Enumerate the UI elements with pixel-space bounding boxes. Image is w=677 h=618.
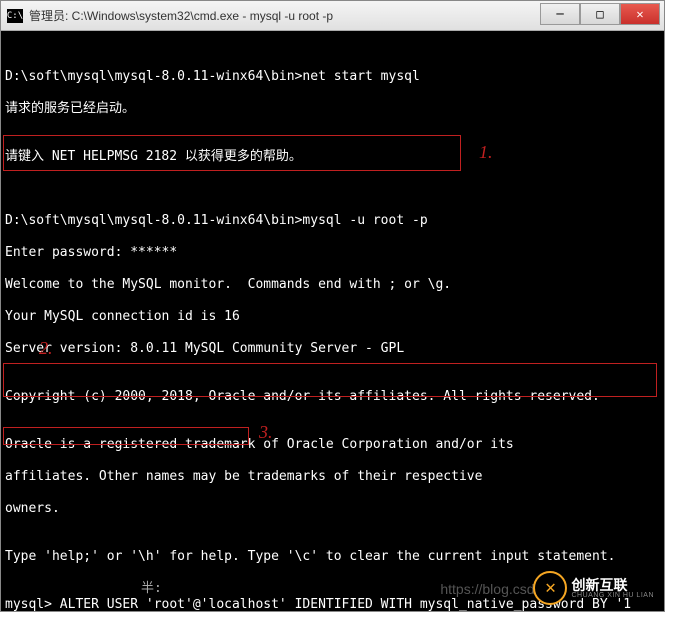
cmd-window: C:\ 管理员: C:\Windows\system32\cmd.exe - m… xyxy=(0,0,665,612)
logo-icon: ✕ xyxy=(533,571,567,605)
brand-logo: ✕ 创新互联 CHUANG XIN HU LIAN xyxy=(533,571,654,605)
cmd-icon: C:\ xyxy=(7,9,23,23)
terminal-line: Welcome to the MySQL monitor. Commands e… xyxy=(5,277,660,293)
logo-cn: 创新互联 xyxy=(571,578,654,592)
terminal-line: Type 'help;' or '\h' for help. Type '\c'… xyxy=(5,549,660,565)
window-title: 管理员: C:\Windows\system32\cmd.exe - mysql… xyxy=(29,7,333,24)
terminal-body[interactable]: D:\soft\mysql\mysql-8.0.11-winx64\bin>ne… xyxy=(1,31,664,611)
terminal-line: Your MySQL connection id is 16 xyxy=(5,309,660,325)
terminal-line: owners. xyxy=(5,501,660,517)
logo-en: CHUANG XIN HU LIAN xyxy=(571,592,654,599)
logo-text: 创新互联 CHUANG XIN HU LIAN xyxy=(571,578,654,599)
window-controls: ─ □ ✕ xyxy=(540,3,660,25)
terminal-line: 请求的服务已经启动。 xyxy=(5,101,660,117)
terminal-line: D:\soft\mysql\mysql-8.0.11-winx64\bin>ne… xyxy=(5,69,660,85)
watermark-text: 半: xyxy=(141,581,162,597)
terminal-line: Enter password: ****** xyxy=(5,245,660,261)
terminal-line: Copyright (c) 2000, 2018, Oracle and/or … xyxy=(5,389,660,405)
maximize-button[interactable]: □ xyxy=(580,3,620,25)
titlebar[interactable]: C:\ 管理员: C:\Windows\system32\cmd.exe - m… xyxy=(1,1,664,31)
terminal-line: affiliates. Other names may be trademark… xyxy=(5,469,660,485)
terminal-line: Oracle is a registered trademark of Orac… xyxy=(5,437,660,453)
terminal-line: 请键入 NET HELPMSG 2182 以获得更多的帮助。 xyxy=(5,149,660,165)
terminal-line: D:\soft\mysql\mysql-8.0.11-winx64\bin>my… xyxy=(5,213,660,229)
terminal-line: Server version: 8.0.11 MySQL Community S… xyxy=(5,341,660,357)
minimize-button[interactable]: ─ xyxy=(540,3,580,25)
close-button[interactable]: ✕ xyxy=(620,3,660,25)
